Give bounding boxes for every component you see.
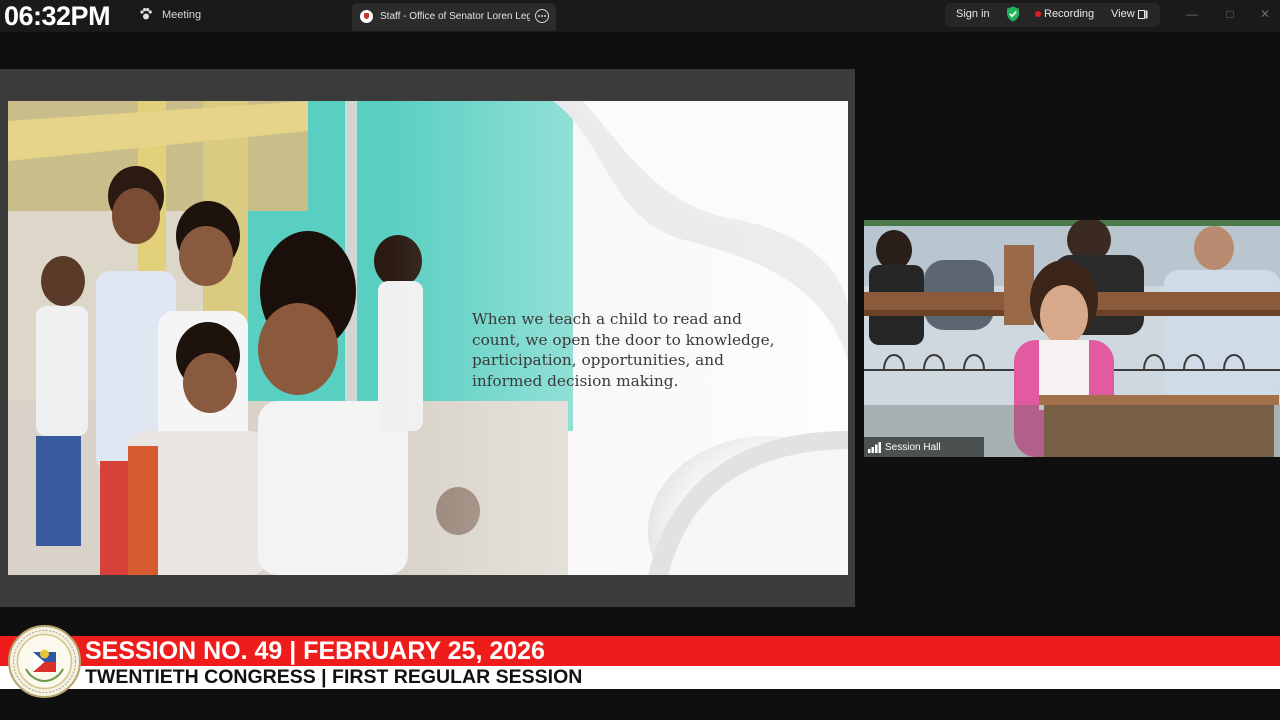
presentation-slide: When we teach a child to read and count,…: [8, 101, 848, 575]
sign-in-button[interactable]: Sign in: [956, 8, 990, 20]
recording-dot-icon: [1035, 11, 1041, 17]
session-hall-video: [864, 220, 1280, 457]
tab-title: Staff - Office of Senator Loren Legarda: [380, 11, 530, 22]
minimize-icon[interactable]: —: [1183, 6, 1201, 22]
senate-seal-logo: [8, 625, 81, 698]
quote-line: informed decision making.: [472, 371, 679, 390]
close-icon[interactable]: ✕: [1256, 6, 1274, 22]
view-layout-icon[interactable]: [1138, 10, 1148, 19]
signal-strength-icon: [868, 442, 881, 453]
quote-line: participation, opportunities, and: [472, 351, 724, 369]
view-button[interactable]: View: [1111, 8, 1135, 20]
clock-overlay: 06:32PM: [4, 1, 111, 31]
slide-quote: When we teach a child to read and count,…: [472, 309, 822, 391]
tab-favicon-icon: [360, 10, 373, 23]
quote-line: count, we open the door to knowledge,: [472, 330, 775, 349]
shared-screen-tab[interactable]: Staff - Office of Senator Loren Legarda: [352, 3, 556, 31]
session-subtitle: TWENTIETH CONGRESS | FIRST REGULAR SESSI…: [85, 666, 583, 688]
maximize-icon[interactable]: □: [1221, 6, 1239, 22]
more-options-icon[interactable]: [535, 9, 549, 23]
meeting-label[interactable]: Meeting: [162, 9, 201, 21]
participant-video-tile[interactable]: [864, 220, 1280, 457]
participant-name-label: Session Hall: [885, 442, 941, 453]
session-title: SESSION NO. 49 | FEBRUARY 25, 2026: [85, 637, 545, 665]
recording-indicator[interactable]: Recording: [1044, 8, 1094, 20]
paw-icon: [140, 8, 152, 20]
shield-check-icon[interactable]: [1006, 6, 1020, 22]
quote-line: When we teach a child to read and: [472, 310, 742, 328]
